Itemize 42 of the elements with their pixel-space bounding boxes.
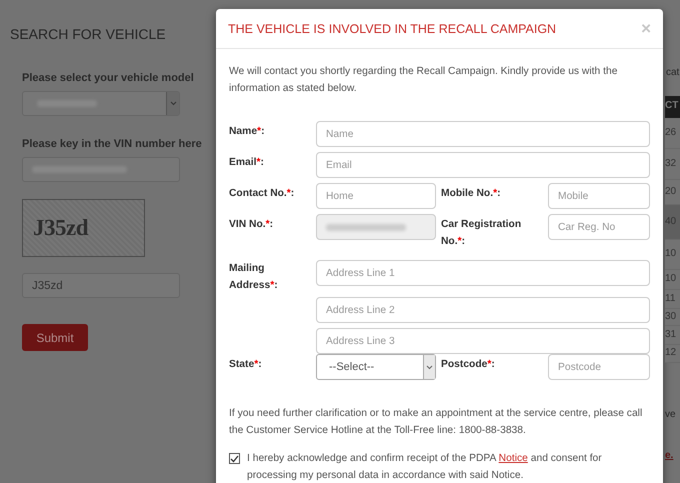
dialog-title: THE VEHICLE IS INVOLVED IN THE RECALL CAMPAIGN bbox=[228, 22, 556, 36]
notice-link[interactable]: Notice bbox=[498, 453, 528, 464]
hotline-text: If you need further clarification or to make an appointment at the service centre, please call the Customer Service Hotline at the Toll-Free line: 1800-88-3838. bbox=[229, 407, 644, 438]
consent-checkbox[interactable] bbox=[229, 453, 240, 464]
field-label: Mailing Address*: bbox=[229, 262, 279, 293]
chevron-down-icon bbox=[426, 364, 433, 370]
table-header: CT bbox=[665, 96, 680, 118]
table-cell: 30 bbox=[665, 309, 680, 326]
field-label: Postcode*: bbox=[440, 358, 496, 372]
field-label: VIN No.*: bbox=[229, 218, 274, 232]
table-cell: 12 bbox=[665, 345, 680, 363]
state-select[interactable]: --Select-- bbox=[316, 354, 436, 380]
captcha-image: J35zd bbox=[22, 199, 145, 257]
field-label: Name*: bbox=[229, 125, 266, 139]
field-label: Please select your vehicle model bbox=[22, 72, 194, 84]
text-field[interactable]: Home bbox=[316, 183, 436, 209]
text-fragment: ve bbox=[665, 409, 677, 420]
consent-text: I hereby acknowledge and confirm receipt of the PDPA Notice and consent for processing my personal data in accordance with said Notice. bbox=[247, 452, 603, 483]
captcha-field[interactable]: J35zd bbox=[22, 273, 180, 298]
page-title: SEARCH FOR VEHICLE bbox=[10, 26, 167, 42]
field-label: Car Registration No.*: bbox=[440, 218, 522, 249]
address-field[interactable]: Address Line 1 bbox=[316, 260, 650, 286]
field-label: Contact No.*: bbox=[229, 187, 296, 201]
heading-fragment: cat bbox=[665, 67, 680, 80]
intro-text: We will contact you shortly regarding the Recall Campaign. Kindly provide us with the information as stated below. bbox=[229, 65, 618, 96]
text-field[interactable]: Email bbox=[316, 152, 650, 178]
field-label: State*: bbox=[229, 358, 263, 372]
submit-button[interactable]: Submit bbox=[22, 324, 88, 351]
address-field[interactable]: Address Line 3 bbox=[316, 328, 650, 354]
checkmark-icon bbox=[230, 454, 239, 462]
link-fragment[interactable]: e. bbox=[665, 450, 680, 461]
text-field[interactable]: Car Reg. No bbox=[548, 214, 650, 240]
address-field[interactable]: Address Line 2 bbox=[316, 297, 650, 323]
field-label: Email*: bbox=[229, 156, 265, 170]
chevron-down-icon bbox=[170, 101, 176, 106]
text-field[interactable]: Name bbox=[316, 121, 650, 147]
vin-field[interactable] bbox=[22, 157, 180, 182]
text-field[interactable]: Mobile bbox=[548, 183, 650, 209]
field-label: Mobile No.*: bbox=[440, 187, 502, 201]
text-field[interactable]: Postcode bbox=[548, 354, 650, 380]
model-select[interactable] bbox=[22, 91, 180, 116]
field-label: Please key in the VIN number here bbox=[22, 138, 202, 150]
